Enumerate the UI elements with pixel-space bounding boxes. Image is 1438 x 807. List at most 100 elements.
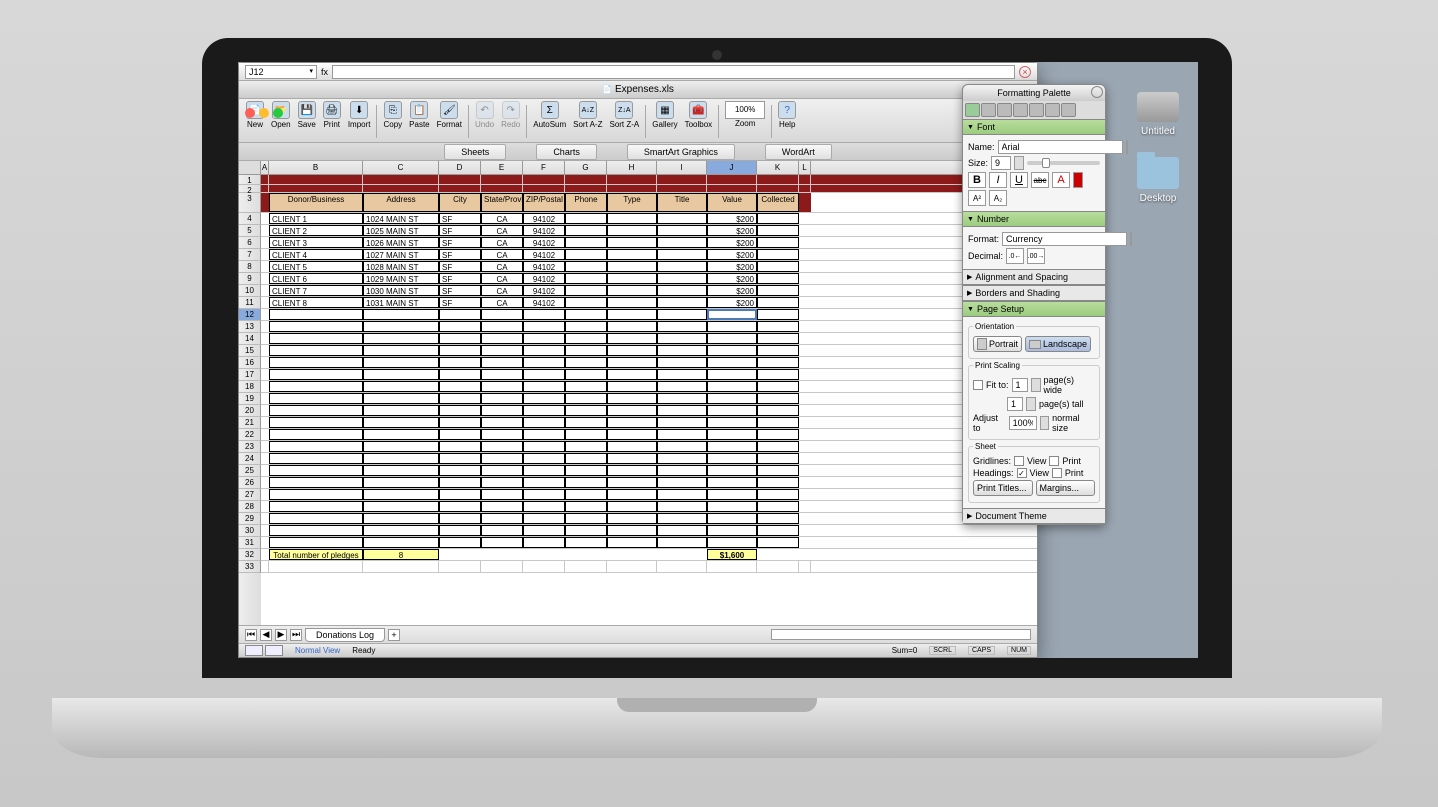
- cell[interactable]: [439, 393, 481, 404]
- cell[interactable]: 94102: [523, 273, 565, 284]
- cell[interactable]: [565, 381, 607, 392]
- cell[interactable]: [261, 489, 269, 500]
- cell[interactable]: [757, 297, 799, 308]
- cell[interactable]: CA: [481, 249, 523, 260]
- cell[interactable]: [269, 185, 363, 192]
- cell[interactable]: [261, 381, 269, 392]
- cell[interactable]: [481, 333, 523, 344]
- cell[interactable]: [363, 309, 439, 320]
- cell[interactable]: [607, 465, 657, 476]
- fx-label[interactable]: fx: [321, 67, 328, 77]
- cell[interactable]: [757, 357, 799, 368]
- cell[interactable]: [439, 477, 481, 488]
- cell[interactable]: [269, 333, 363, 344]
- row-header[interactable]: 2: [239, 185, 261, 193]
- palette-mode-tools-icon[interactable]: [1061, 103, 1076, 117]
- cell[interactable]: [757, 185, 799, 192]
- cell[interactable]: [757, 561, 799, 572]
- cell[interactable]: [269, 513, 363, 524]
- cell[interactable]: SF: [439, 285, 481, 296]
- cell[interactable]: 94102: [523, 285, 565, 296]
- help-button[interactable]: ?Help: [775, 101, 799, 142]
- cell[interactable]: [565, 417, 607, 428]
- cell[interactable]: [261, 297, 269, 308]
- cell[interactable]: [707, 321, 757, 332]
- row-header[interactable]: 1: [239, 175, 261, 185]
- gallery-button[interactable]: ▦Gallery: [649, 101, 680, 142]
- cell[interactable]: [439, 525, 481, 536]
- cell[interactable]: [799, 501, 811, 512]
- cell[interactable]: [269, 537, 363, 548]
- cell[interactable]: [523, 465, 565, 476]
- cell[interactable]: [439, 381, 481, 392]
- cell[interactable]: [607, 525, 657, 536]
- cell[interactable]: [363, 321, 439, 332]
- cell[interactable]: [607, 561, 657, 572]
- cell[interactable]: [481, 393, 523, 404]
- cell[interactable]: [439, 465, 481, 476]
- cell[interactable]: [799, 561, 811, 572]
- cell[interactable]: [363, 441, 439, 452]
- cell[interactable]: [261, 441, 269, 452]
- cell[interactable]: [757, 513, 799, 524]
- cell[interactable]: [261, 261, 269, 272]
- cell[interactable]: [657, 465, 707, 476]
- cell[interactable]: [261, 429, 269, 440]
- cell[interactable]: [523, 501, 565, 512]
- cell[interactable]: $200: [707, 225, 757, 236]
- cell[interactable]: [607, 225, 657, 236]
- cell[interactable]: [657, 321, 707, 332]
- cell[interactable]: [799, 273, 811, 284]
- cell[interactable]: [799, 417, 811, 428]
- cell[interactable]: [523, 321, 565, 332]
- page-layout-button[interactable]: [265, 645, 283, 656]
- cell[interactable]: [707, 417, 757, 428]
- font-color-button[interactable]: A: [1052, 172, 1070, 188]
- number-section-header[interactable]: ▼Number: [963, 211, 1105, 227]
- cell[interactable]: [757, 537, 799, 548]
- cell[interactable]: $200: [707, 273, 757, 284]
- cell[interactable]: Collected: [757, 193, 799, 212]
- cell[interactable]: CLIENT 6: [269, 273, 363, 284]
- cell[interactable]: [363, 561, 439, 572]
- print-button[interactable]: 🖨Print: [320, 101, 344, 142]
- cell[interactable]: [363, 429, 439, 440]
- cell[interactable]: [657, 489, 707, 500]
- tab-sheets[interactable]: Sheets: [444, 144, 506, 160]
- cell[interactable]: [757, 285, 799, 296]
- cell[interactable]: CLIENT 7: [269, 285, 363, 296]
- cell[interactable]: CA: [481, 297, 523, 308]
- cell[interactable]: [439, 537, 481, 548]
- bold-button[interactable]: B: [968, 172, 986, 188]
- cell[interactable]: [481, 489, 523, 500]
- cell[interactable]: [757, 273, 799, 284]
- cell[interactable]: [261, 537, 269, 548]
- cell[interactable]: [523, 345, 565, 356]
- row-header[interactable]: 5: [239, 225, 261, 237]
- horizontal-scrollbar[interactable]: [771, 629, 1031, 640]
- cell[interactable]: [439, 453, 481, 464]
- stepper-icon[interactable]: [1026, 397, 1036, 411]
- cell[interactable]: [439, 309, 481, 320]
- cell[interactable]: [261, 561, 269, 572]
- cell[interactable]: [261, 345, 269, 356]
- row-header[interactable]: 10: [239, 285, 261, 297]
- cell[interactable]: [523, 477, 565, 488]
- cell[interactable]: [607, 405, 657, 416]
- cell[interactable]: [481, 345, 523, 356]
- cell[interactable]: [565, 237, 607, 248]
- cell[interactable]: [439, 185, 481, 192]
- cell[interactable]: [565, 549, 607, 560]
- cell[interactable]: [261, 525, 269, 536]
- cell[interactable]: [439, 501, 481, 512]
- cell[interactable]: [657, 345, 707, 356]
- cell[interactable]: [481, 513, 523, 524]
- cell[interactable]: [363, 477, 439, 488]
- font-section-header[interactable]: ▼Font: [963, 119, 1105, 135]
- font-size-stepper[interactable]: [1014, 156, 1024, 170]
- row-header[interactable]: 28: [239, 501, 261, 513]
- formula-input[interactable]: [332, 65, 1015, 79]
- traffic-close-icon[interactable]: [245, 108, 255, 118]
- undo-button[interactable]: ↶Undo: [472, 101, 497, 142]
- cell[interactable]: [481, 549, 523, 560]
